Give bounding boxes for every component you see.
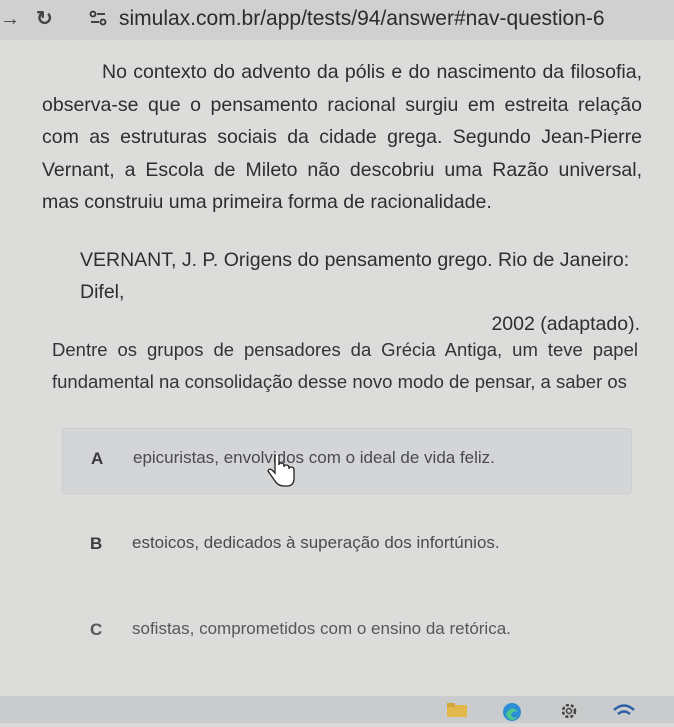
context-paragraph-text: No contexto do advento da pólis e do nas… [42, 61, 642, 213]
option-b[interactable]: B estoicos, dedicados à superação dos in… [62, 514, 630, 578]
reload-icon[interactable]: ↻ [36, 8, 53, 30]
option-text: estoicos, dedicados à superação dos info… [132, 533, 500, 552]
option-c[interactable]: C sofistas, comprometidos com o ensino d… [62, 600, 630, 664]
option-letter: B [90, 534, 103, 553]
wifi-icon[interactable] [612, 702, 636, 723]
option-letter: C [90, 620, 103, 639]
folder-icon[interactable] [446, 702, 468, 723]
tune-icon[interactable] [88, 8, 108, 28]
option-text: epicuristas, envolvidos com o ideal de v… [133, 448, 495, 467]
settings-icon[interactable] [560, 702, 578, 725]
hand-cursor-icon [267, 455, 295, 487]
context-paragraph: No contexto do advento da pólis e do nas… [42, 56, 642, 219]
edge-icon[interactable] [502, 702, 522, 727]
option-a[interactable]: A epicuristas, envolvidos com o ideal de… [62, 428, 632, 494]
address-bar[interactable]: simulax.com.br/app/tests/94/answer#nav-q… [119, 7, 605, 31]
browser-toolbar: → ↻ simulax.com.br/app/tests/94/answer#n… [0, 0, 674, 41]
arrow-right-icon[interactable]: → [0, 8, 20, 30]
taskbar [0, 696, 674, 723]
reference: VERNANT, J. P. Origens do pensamento gre… [80, 244, 640, 340]
option-letter: A [91, 449, 104, 468]
reference-line-2: 2002 (adaptado). [491, 313, 640, 335]
question-prompt: Dentre os grupos de pensadores da Grécia… [52, 339, 638, 392]
option-text: sofistas, comprometidos com o ensino da … [132, 619, 511, 638]
reference-line-1: VERNANT, J. P. Origens do pensamento gre… [80, 249, 630, 303]
